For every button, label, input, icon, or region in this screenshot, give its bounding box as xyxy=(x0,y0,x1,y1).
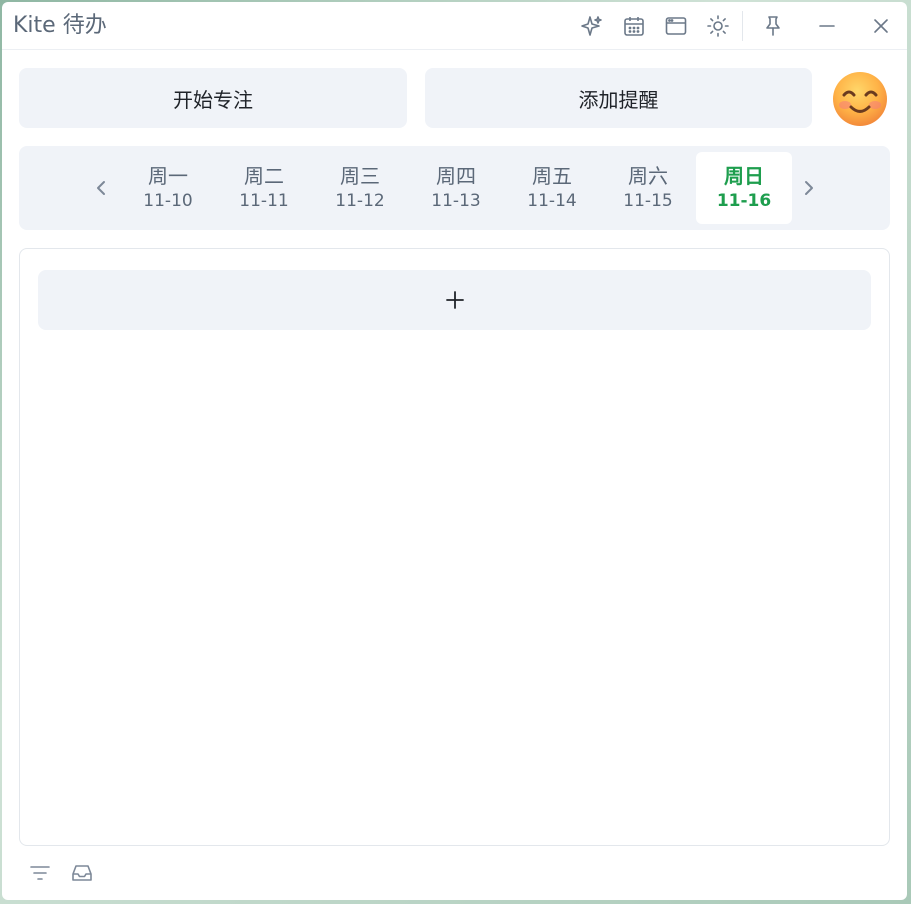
start-focus-button[interactable]: 开始专注 xyxy=(19,68,407,128)
task-list-panel xyxy=(19,248,890,846)
day-friday[interactable]: 周五 11-14 xyxy=(504,152,600,224)
avatar[interactable] xyxy=(831,70,889,128)
day-monday[interactable]: 周一 11-10 xyxy=(120,152,216,224)
add-task-button[interactable] xyxy=(38,270,871,330)
day-date: 11-13 xyxy=(431,191,481,211)
title-bar-divider xyxy=(742,11,743,41)
day-date: 11-15 xyxy=(623,191,673,211)
window-icon[interactable] xyxy=(664,14,688,38)
next-week-button[interactable] xyxy=(799,174,819,202)
smiling-face-emoji xyxy=(833,72,887,126)
day-date: 11-14 xyxy=(527,191,577,211)
app-window: Kite 待办 开始专注 添加提醒 周一 11-10 周二 11-11 周三 1… xyxy=(2,2,907,900)
day-sunday-selected[interactable]: 周日 11-16 xyxy=(696,152,792,224)
day-name: 周五 xyxy=(532,164,572,188)
day-date: 11-10 xyxy=(143,191,193,211)
sparkle-icon[interactable] xyxy=(580,14,604,38)
chevron-left-icon xyxy=(97,181,105,195)
previous-week-button[interactable] xyxy=(91,174,111,202)
day-name: 周日 xyxy=(724,164,764,188)
day-date: 11-11 xyxy=(239,191,289,211)
add-reminder-button[interactable]: 添加提醒 xyxy=(425,68,812,128)
day-thursday[interactable]: 周四 11-13 xyxy=(408,152,504,224)
inbox-button[interactable] xyxy=(69,860,95,886)
filter-button[interactable] xyxy=(27,860,53,886)
filter-icon xyxy=(30,866,50,880)
day-name: 周二 xyxy=(244,164,284,188)
day-name: 周六 xyxy=(628,164,668,188)
day-date: 11-16 xyxy=(716,191,772,211)
calendar-icon[interactable] xyxy=(622,14,646,38)
day-wednesday[interactable]: 周三 11-12 xyxy=(312,152,408,224)
inbox-icon xyxy=(72,865,92,881)
day-date: 11-12 xyxy=(335,191,385,211)
day-saturday[interactable]: 周六 11-15 xyxy=(600,152,696,224)
pin-icon[interactable] xyxy=(761,14,785,38)
day-name: 周三 xyxy=(340,164,380,188)
day-name: 周一 xyxy=(148,164,188,188)
title-bar[interactable]: Kite 待办 xyxy=(2,2,907,50)
app-title: Kite 待办 xyxy=(13,13,107,38)
close-icon[interactable] xyxy=(869,14,893,38)
day-tuesday[interactable]: 周二 11-11 xyxy=(216,152,312,224)
minimize-icon[interactable] xyxy=(815,14,839,38)
plus-icon xyxy=(445,291,464,309)
day-name: 周四 xyxy=(436,164,476,188)
week-navigator: 周一 11-10 周二 11-11 周三 11-12 周四 11-13 周五 1… xyxy=(19,146,890,230)
sun-icon[interactable] xyxy=(706,14,730,38)
chevron-right-icon xyxy=(805,181,813,195)
